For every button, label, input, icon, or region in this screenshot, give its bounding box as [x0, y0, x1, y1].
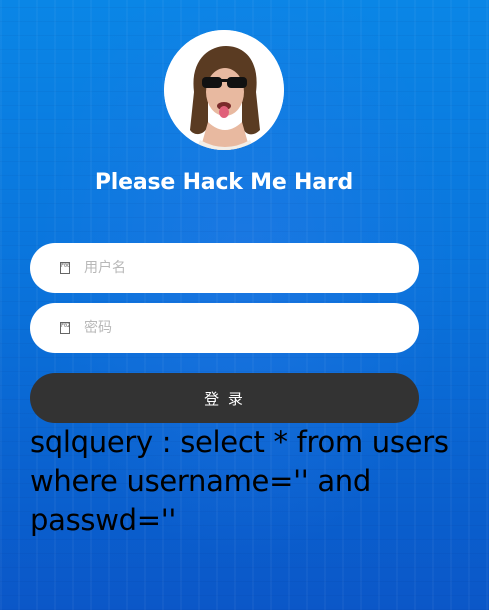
- password-input[interactable]: [82, 319, 386, 337]
- sql-query-output: sqlquery : select * from users where use…: [30, 425, 449, 537]
- page-title: Please Hack Me Hard: [94, 170, 354, 195]
- profile-photo-icon: [164, 30, 284, 150]
- username-field[interactable]: F001: [30, 243, 419, 293]
- username-input[interactable]: [82, 259, 386, 277]
- avatar: [164, 30, 284, 150]
- password-field[interactable]: F023: [30, 303, 419, 353]
- user-icon: F001: [60, 262, 70, 274]
- login-button[interactable]: 登 录: [30, 373, 419, 423]
- lock-icon: F023: [60, 322, 70, 334]
